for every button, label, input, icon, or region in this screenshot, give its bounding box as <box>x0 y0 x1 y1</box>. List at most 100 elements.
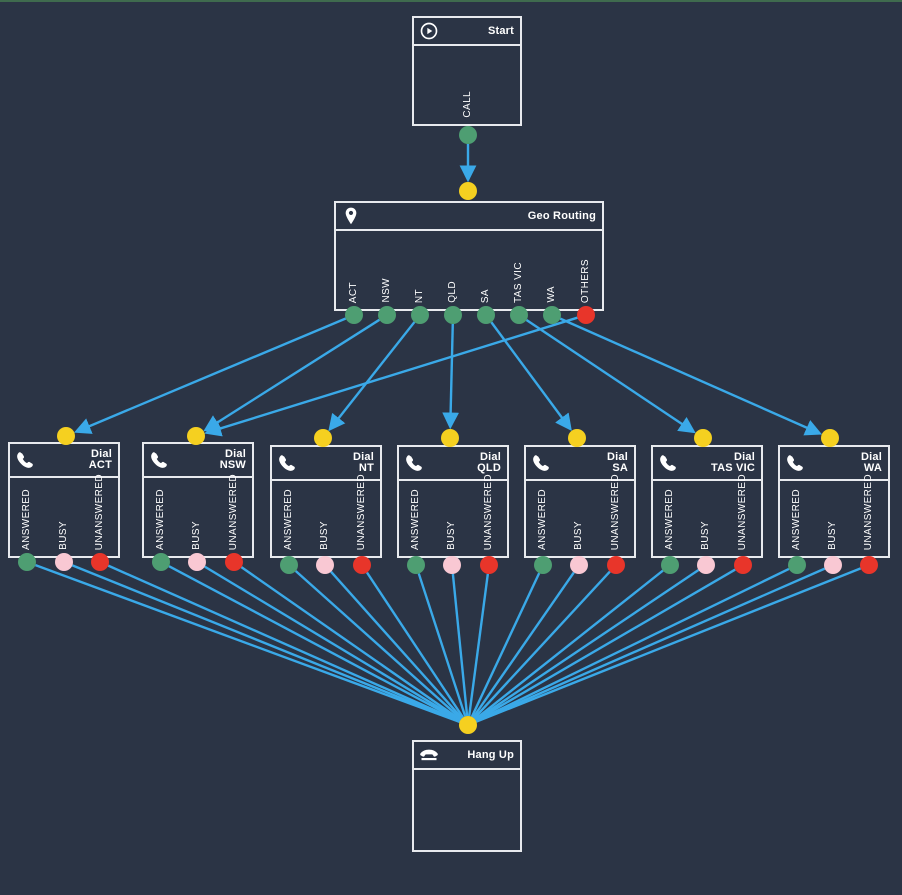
in-port-dial-wa-0[interactable] <box>821 429 839 447</box>
node-body-hang-up <box>414 770 520 848</box>
edge-24[interactable] <box>474 569 664 721</box>
out-port-dial-tas-vic-unanswered[interactable] <box>734 556 752 574</box>
node-header-start: Start <box>414 18 520 46</box>
out-port-dial-nt-answered[interactable] <box>280 556 298 574</box>
out-port-dial-qld-unanswered[interactable] <box>480 556 498 574</box>
edge-2[interactable] <box>203 318 381 432</box>
edge-23[interactable] <box>473 570 611 720</box>
out-port-dial-wa-unanswered[interactable] <box>860 556 878 574</box>
out-port-dial-sa-answered[interactable] <box>534 556 552 574</box>
edge-27[interactable] <box>475 567 790 723</box>
node-title-geo-routing: Geo Routing <box>527 209 596 222</box>
edge-19[interactable] <box>451 573 469 717</box>
node-dial-tas-vic[interactable]: Dial TAS VIC ANSWERED BUSY UNANSWERED <box>651 445 763 558</box>
out-port-geo-routing-qld[interactable] <box>444 306 462 324</box>
out-port-dial-act-unanswered[interactable] <box>91 553 109 571</box>
node-dial-sa[interactable]: Dial SA ANSWERED BUSY UNANSWERED <box>524 445 636 558</box>
out-port-dial-tas-vic-busy[interactable] <box>697 556 715 574</box>
out-port-geo-routing-sa[interactable] <box>477 306 495 324</box>
edge-21[interactable] <box>470 572 541 718</box>
node-header-dial-act: Dial ACT <box>10 444 118 478</box>
port-label-dial-tas-vic-0: ANSWERED <box>664 489 675 550</box>
node-body-dial-wa: ANSWERED BUSY UNANSWERED <box>780 474 888 554</box>
out-port-dial-nt-busy[interactable] <box>316 556 334 574</box>
node-body-dial-nt: ANSWERED BUSY UNANSWERED <box>272 474 380 554</box>
node-body-start: CALL <box>414 46 520 122</box>
out-port-geo-routing-tas-vic[interactable] <box>510 306 528 324</box>
port-label-dial-wa-1: BUSY <box>827 521 838 550</box>
out-port-dial-act-answered[interactable] <box>18 553 36 571</box>
in-port-hang-up-0[interactable] <box>459 716 477 734</box>
out-port-dial-nsw-unanswered[interactable] <box>225 553 243 571</box>
edge-16[interactable] <box>330 570 463 720</box>
node-dial-nt[interactable]: Dial NT ANSWERED BUSY UNANSWERED <box>270 445 382 558</box>
node-title-dial-nsw: Dial NSW <box>219 448 246 471</box>
edge-12[interactable] <box>168 565 461 722</box>
in-port-dial-nt-0[interactable] <box>314 429 332 447</box>
play-circle-icon <box>419 21 439 41</box>
in-port-dial-sa-0[interactable] <box>568 429 586 447</box>
edge-5[interactable] <box>490 321 572 432</box>
out-port-dial-nsw-busy[interactable] <box>188 553 206 571</box>
edge-18[interactable] <box>417 573 467 717</box>
edge-20[interactable] <box>467 573 490 717</box>
phone-hangup-icon <box>419 745 439 765</box>
port-label-dial-nt-2: UNANSWERED <box>356 473 367 550</box>
edge-7[interactable] <box>559 317 823 436</box>
out-port-dial-act-busy[interactable] <box>55 553 73 571</box>
node-dial-wa[interactable]: Dial WA ANSWERED BUSY UNANSWERED <box>778 445 890 558</box>
node-dial-qld[interactable]: Dial QLD ANSWERED BUSY UNANSWERED <box>397 445 509 558</box>
in-port-geo-routing-0[interactable] <box>459 182 477 200</box>
edge-4[interactable] <box>442 323 460 430</box>
node-dial-nsw[interactable]: Dial NSW ANSWERED BUSY UNANSWERED <box>142 442 254 558</box>
edge-10[interactable] <box>71 564 461 723</box>
out-port-geo-routing-act[interactable] <box>345 306 363 324</box>
node-header-geo-routing: Geo Routing <box>336 203 602 231</box>
edge-26[interactable] <box>475 568 736 722</box>
edge-28[interactable] <box>475 567 826 723</box>
edge-29[interactable] <box>475 567 862 723</box>
node-hang-up[interactable]: Hang Up <box>412 740 522 852</box>
out-port-dial-tas-vic-answered[interactable] <box>661 556 679 574</box>
edge-25[interactable] <box>474 569 700 721</box>
out-port-dial-sa-busy[interactable] <box>570 556 588 574</box>
edge-3[interactable] <box>328 321 416 432</box>
flow-canvas[interactable]: Start CALL Geo Routing ACT NSW NT QLD SA TAS VIC… <box>0 2 902 893</box>
out-port-geo-routing-nt[interactable] <box>411 306 429 324</box>
port-label-dial-nsw-0: ANSWERED <box>155 489 166 550</box>
edge-17[interactable] <box>365 571 465 719</box>
edge-13[interactable] <box>204 565 461 722</box>
in-port-dial-nsw-0[interactable] <box>187 427 205 445</box>
edge-9[interactable] <box>35 563 460 724</box>
out-port-dial-wa-answered[interactable] <box>788 556 806 574</box>
in-port-dial-act-0[interactable] <box>57 427 75 445</box>
port-label-dial-sa-2: UNANSWERED <box>610 473 621 550</box>
out-port-dial-wa-busy[interactable] <box>824 556 842 574</box>
out-port-geo-routing-others[interactable] <box>577 306 595 324</box>
edge-22[interactable] <box>472 571 575 719</box>
node-geo-routing[interactable]: Geo Routing ACT NSW NT QLD SA TAS VIC WA OTHERS <box>334 201 604 311</box>
node-start[interactable]: Start CALL <box>412 16 522 126</box>
edge-8[interactable] <box>204 316 578 437</box>
in-port-dial-tas-vic-0[interactable] <box>694 429 712 447</box>
in-port-dial-qld-0[interactable] <box>441 429 459 447</box>
edge-11[interactable] <box>107 564 461 723</box>
edge-15[interactable] <box>294 570 463 720</box>
out-port-start-call[interactable] <box>459 126 477 144</box>
edge-1[interactable] <box>73 317 347 434</box>
edge-6[interactable] <box>525 319 696 434</box>
out-port-geo-routing-nsw[interactable] <box>378 306 396 324</box>
port-label-dial-nt-0: ANSWERED <box>283 489 294 550</box>
port-label-dial-nt-1: BUSY <box>319 521 330 550</box>
edge-14[interactable] <box>240 566 462 721</box>
port-label-dial-nsw-2: UNANSWERED <box>228 473 239 550</box>
port-label-geo-routing-2: NT <box>414 288 425 303</box>
out-port-dial-qld-answered[interactable] <box>407 556 425 574</box>
node-title-start: Start <box>487 24 514 37</box>
out-port-dial-qld-busy[interactable] <box>443 556 461 574</box>
out-port-dial-nt-unanswered[interactable] <box>353 556 371 574</box>
out-port-geo-routing-wa[interactable] <box>543 306 561 324</box>
out-port-dial-sa-unanswered[interactable] <box>607 556 625 574</box>
node-dial-act[interactable]: Dial ACT ANSWERED BUSY UNANSWERED <box>8 442 120 558</box>
out-port-dial-nsw-answered[interactable] <box>152 553 170 571</box>
